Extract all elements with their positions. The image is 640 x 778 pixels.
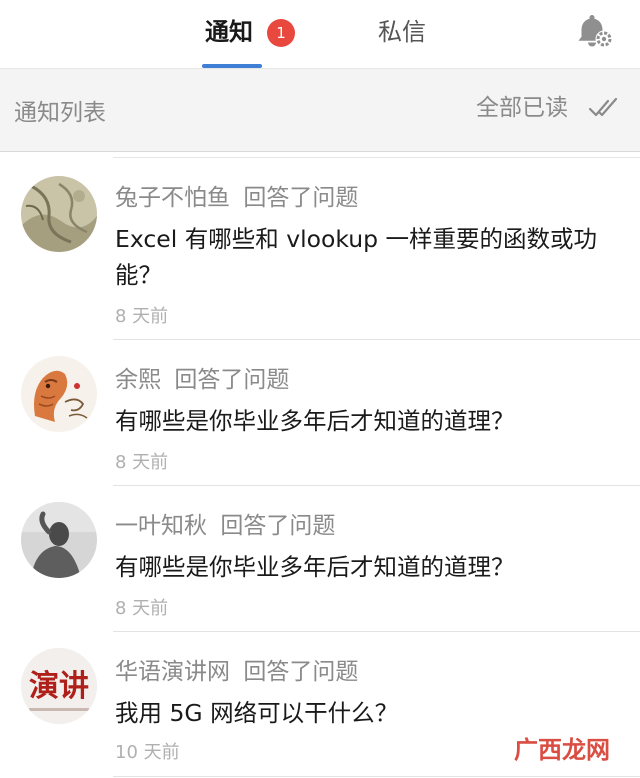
top-tab-bar: 通知 1 私信 [0,0,640,68]
timestamp: 8 天前 [115,452,169,473]
notification-item[interactable]: 兔子不怕鱼 回答了问题 Excel 有哪些和 vlookup 一样重要的函数或功… [0,158,640,340]
tab-notifications[interactable]: 通知 [205,14,253,50]
action-text: 回答了问题 [243,659,359,685]
user-name[interactable]: 兔子不怕鱼 [115,185,230,211]
double-check-icon [588,97,618,117]
action-text: 回答了问题 [174,367,290,393]
timestamp: 8 天前 [115,598,169,619]
mark-all-read-label: 全部已读 [476,95,568,121]
timestamp: 10 天前 [115,742,180,763]
mark-all-read-button[interactable]: 全部已读 [476,91,618,125]
user-name[interactable]: 华语演讲网 [115,659,230,685]
unread-badge: 1 [267,19,295,47]
question-title[interactable]: 有哪些是你毕业多年后才知道的道理？ [115,403,620,439]
action-text: 回答了问题 [220,513,336,539]
list-header-divider [0,151,640,152]
action-text: 回答了问题 [243,185,359,211]
user-name[interactable]: 余熙 [115,367,161,393]
avatar[interactable] [21,176,97,252]
avatar[interactable] [21,502,97,578]
notification-item[interactable]: 余熙 回答了问题 有哪些是你毕业多年后才知道的道理？ 8 天前 [0,340,640,486]
avatar[interactable] [21,356,97,432]
question-title[interactable]: 有哪些是你毕业多年后才知道的道理？ [115,549,620,585]
user-name[interactable]: 一叶知秋 [115,513,207,539]
question-title[interactable]: Excel 有哪些和 vlookup 一样重要的函数或功能？ [115,221,620,293]
timestamp: 8 天前 [115,306,169,327]
bell-settings-icon[interactable] [572,12,616,52]
notification-item[interactable]: 一叶知秋 回答了问题 有哪些是你毕业多年后才知道的道理？ 8 天前 [0,486,640,632]
list-title: 通知列表 [14,100,106,126]
tab-private-messages[interactable]: 私信 [378,14,426,50]
list-header: 通知列表 全部已读 [0,69,640,151]
question-title[interactable]: 我用 5G 网络可以干什么？ [115,695,620,731]
avatar-text: 演讲 [29,669,89,704]
site-watermark: 广西龙网 [514,736,610,764]
avatar[interactable]: 演讲 [21,648,97,724]
item-divider [113,776,640,777]
